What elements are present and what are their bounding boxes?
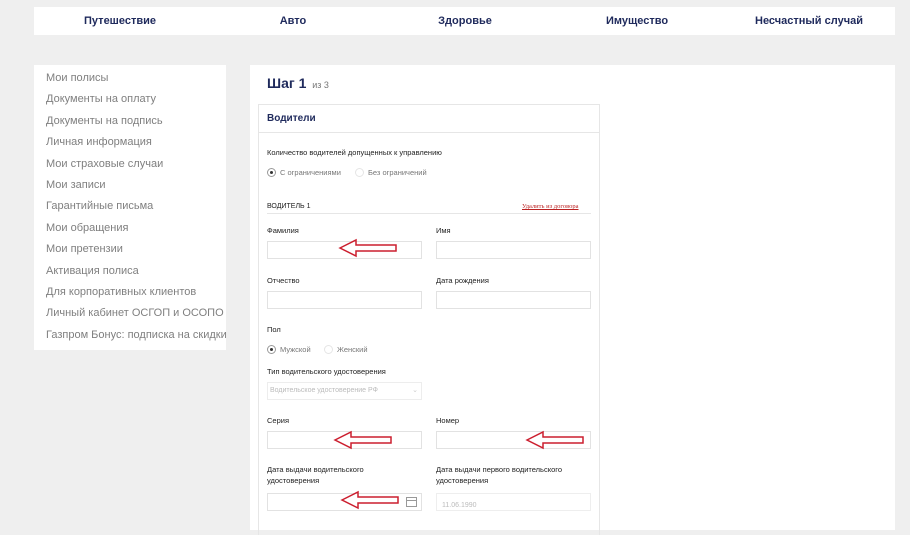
sidebar-item-activation[interactable]: Активация полиса bbox=[46, 264, 226, 285]
radio-male[interactable] bbox=[267, 345, 276, 354]
sidebar-item-corporate[interactable]: Для корпоративных клиентов bbox=[46, 285, 226, 306]
arrow-left-icon bbox=[525, 430, 584, 450]
patronymic-input[interactable] bbox=[267, 291, 422, 309]
sidebar-item-insurance-cases[interactable]: Мои страховые случаи bbox=[46, 157, 226, 178]
nav-item-health[interactable]: Здоровье bbox=[438, 15, 492, 27]
arrow-left-icon bbox=[338, 238, 397, 258]
card-divider bbox=[259, 132, 599, 133]
driver-divider bbox=[267, 213, 591, 214]
calendar-icon[interactable] bbox=[406, 497, 417, 507]
sidebar: Мои полисы Документы на оплату Документы… bbox=[34, 65, 227, 350]
license-type-select[interactable]: Водительское удостоверение РФ ⌄ bbox=[267, 382, 422, 400]
patronymic-label: Отчество bbox=[267, 276, 300, 285]
top-navigation: Путешествие Авто Здоровье Имущество Несч… bbox=[34, 7, 895, 35]
number-label: Номер bbox=[436, 416, 460, 425]
radio-male-label: Мужской bbox=[280, 345, 311, 354]
sidebar-item-guarantee-letters[interactable]: Гарантийные письма bbox=[46, 199, 226, 220]
first-name-input[interactable] bbox=[436, 241, 591, 259]
first-issue-date-label: Дата выдачи первого водительского удосто… bbox=[436, 465, 562, 485]
arrow-left-icon bbox=[333, 430, 392, 450]
sidebar-item-personal-info[interactable]: Личная информация bbox=[46, 135, 226, 156]
radio-unlimited-label: Без ограничений bbox=[368, 168, 427, 177]
sidebar-item-osgop[interactable]: Личный кабинет ОСГОП и ОСОПО bbox=[46, 306, 226, 327]
first-issue-date-input[interactable]: 11.06.1990 bbox=[436, 493, 591, 511]
nav-item-accident[interactable]: Несчастный случай bbox=[755, 15, 863, 27]
sidebar-item-requests[interactable]: Мои обращения bbox=[46, 221, 226, 242]
gender-label: Пол bbox=[267, 325, 281, 334]
nav-item-property[interactable]: Имущество bbox=[606, 15, 668, 27]
step-total: из 3 bbox=[312, 80, 329, 90]
sidebar-item-policies[interactable]: Мои полисы bbox=[46, 71, 226, 92]
card-title: Водители bbox=[267, 113, 316, 124]
license-type-value: Водительское удостоверение РФ bbox=[270, 387, 378, 394]
main-panel: Шаг 1 из 3 Водители Количество водителей… bbox=[250, 65, 895, 535]
issue-date-label: Дата выдачи водительского удостоверения bbox=[267, 465, 364, 485]
driver-heading: ВОДИТЕЛЬ 1 bbox=[267, 203, 311, 210]
sidebar-item-claims[interactable]: Мои претензии bbox=[46, 242, 226, 263]
remove-driver-link[interactable]: Удалить из договора bbox=[522, 203, 579, 210]
arrow-left-icon bbox=[340, 490, 399, 510]
last-name-label: Фамилия bbox=[267, 226, 299, 235]
birth-date-label: Дата рождения bbox=[436, 276, 489, 285]
license-type-label: Тип водительского удостоверения bbox=[267, 367, 386, 376]
birth-date-input[interactable] bbox=[436, 291, 591, 309]
sidebar-item-sign-docs[interactable]: Документы на подпись bbox=[46, 114, 226, 135]
series-label: Серия bbox=[267, 416, 290, 425]
drivers-count-label: Количество водителей допущенных к управл… bbox=[267, 148, 442, 157]
radio-female-label: Женский bbox=[337, 345, 368, 354]
drivers-card: Водители Количество водителей допущенных… bbox=[258, 104, 600, 535]
nav-item-travel[interactable]: Путешествие bbox=[84, 15, 156, 27]
radio-unlimited[interactable] bbox=[355, 168, 364, 177]
radio-limited[interactable] bbox=[267, 168, 276, 177]
radio-limited-label: С ограничениями bbox=[280, 168, 341, 177]
step-title: Шаг 1 из 3 bbox=[267, 75, 329, 91]
sidebar-item-payment-docs[interactable]: Документы на оплату bbox=[46, 92, 226, 113]
first-issue-date-placeholder: 11.06.1990 bbox=[442, 502, 477, 509]
first-name-label: Имя bbox=[436, 226, 451, 235]
nav-item-auto[interactable]: Авто bbox=[280, 15, 307, 27]
sidebar-item-gazprom-bonus[interactable]: Газпром Бонус: подписка на скидки bbox=[46, 328, 227, 349]
sidebar-item-appointments[interactable]: Мои записи bbox=[46, 178, 226, 199]
radio-female[interactable] bbox=[324, 345, 333, 354]
chevron-down-icon: ⌄ bbox=[412, 387, 418, 394]
step-number: Шаг 1 bbox=[267, 75, 307, 91]
